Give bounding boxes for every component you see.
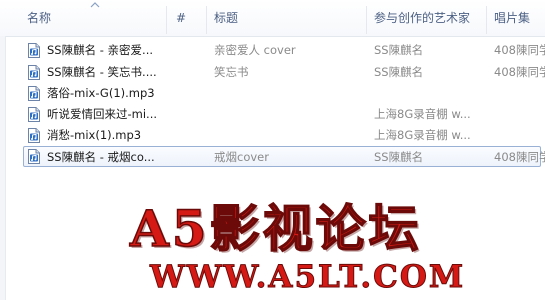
column-divider[interactable] <box>486 6 487 34</box>
file-row[interactable]: 听说爱情回来过-mi... 上海8G录音棚 w... <box>0 104 545 125</box>
file-name: SS陳麒名 - 亲密爱... <box>47 43 154 57</box>
watermark-title: A5影视论坛 <box>129 199 422 258</box>
file-title: 戒烟cover <box>214 150 269 164</box>
file-name: 落俗-mix-G(1).mp3 <box>47 86 155 100</box>
audio-file-icon <box>28 43 40 58</box>
file-artist: SS陳麒名 <box>374 150 424 164</box>
column-header-bar: 名称 # 标题 参与创作的艺术家 唱片集 <box>0 0 545 37</box>
file-row[interactable]: SS陳麒名 - 戒烟co... 戒烟cover SS陳麒名 408陳同学 <box>23 146 545 167</box>
audio-file-icon <box>28 128 40 143</box>
file-artist: SS陳麒名 <box>374 65 424 79</box>
column-header-name[interactable]: 名称 <box>23 0 168 36</box>
column-divider[interactable] <box>366 6 367 34</box>
file-album: 408陳同学 <box>494 43 545 57</box>
audio-file-icon <box>28 149 40 164</box>
file-artist: 上海8G录音棚 w... <box>374 107 471 121</box>
file-name: 听说爱情回来过-mi... <box>47 107 158 121</box>
column-header-artists[interactable]: 参与创作的艺术家 <box>370 0 486 36</box>
file-name: 消愁-mix(1).mp3 <box>47 128 142 142</box>
column-header-album[interactable]: 唱片集 <box>490 0 545 36</box>
file-row[interactable]: SS陳麒名 - 亲密爱... 亲密爱人 cover SS陳麒名 408陳同学 <box>0 40 545 61</box>
file-album: 408陳同学 <box>494 150 545 164</box>
file-artist: SS陳麒名 <box>374 43 424 57</box>
watermark-url: WWW.A5LT.COM <box>150 259 466 296</box>
file-row[interactable]: 落俗-mix-G(1).mp3 <box>0 83 545 104</box>
file-row[interactable]: 消愁-mix(1).mp3 上海8G录音棚 w... <box>0 125 545 146</box>
audio-file-icon <box>28 65 40 80</box>
watermark: A5影视论坛 WWW.A5LT.COM <box>0 196 545 300</box>
audio-file-icon <box>28 107 40 122</box>
file-name: SS陳麒名 - 笑忘书.... <box>47 65 157 79</box>
file-album: 408陳同学 <box>494 65 545 79</box>
column-divider[interactable] <box>166 6 167 34</box>
file-title: 亲密爱人 cover <box>214 43 296 57</box>
file-artist: 上海8G录音棚 w... <box>374 128 471 142</box>
file-title: 笑忘书 <box>214 65 249 79</box>
file-name: SS陳麒名 - 戒烟co... <box>47 150 155 164</box>
audio-file-icon <box>28 86 40 101</box>
column-header-number[interactable]: # <box>172 0 202 36</box>
column-header-title[interactable]: 标题 <box>210 0 360 36</box>
column-divider[interactable] <box>206 6 207 34</box>
file-row[interactable]: SS陳麒名 - 笑忘书.... 笑忘书 SS陳麒名 408陳同学 <box>0 62 545 83</box>
